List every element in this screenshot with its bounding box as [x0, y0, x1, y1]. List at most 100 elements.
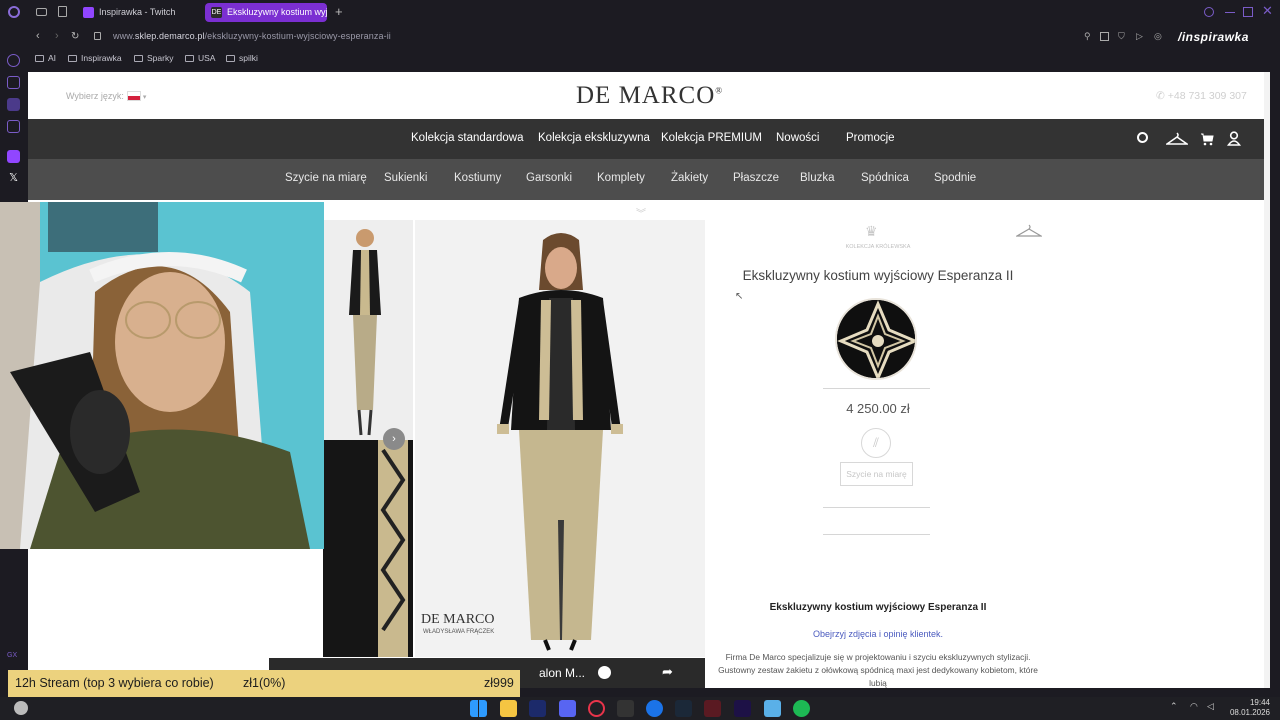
reload-icon[interactable]: ↻ — [71, 31, 79, 42]
epic-games-icon[interactable] — [617, 700, 634, 717]
carousel-next-button[interactable]: › — [383, 428, 405, 450]
mouse-cursor-icon: ↖ — [735, 291, 744, 302]
bookmark-item[interactable]: Inspirawka — [68, 53, 122, 63]
speed-dial-icon[interactable] — [7, 54, 20, 67]
phone-number[interactable]: ✆ +48 731 309 307 — [1156, 90, 1247, 102]
description-title: Ekskluzywny kostium wyjściowy Esperanza … — [769, 602, 987, 613]
maximize-button[interactable] — [1243, 7, 1253, 17]
messenger-icon[interactable] — [7, 98, 20, 111]
shield-icon[interactable]: ⛉ — [1118, 31, 1125, 42]
url-domain: sklep.demarco.pl — [134, 31, 205, 41]
subnav-jackets[interactable]: Żakiety — [671, 172, 708, 184]
spotify-icon[interactable] — [793, 700, 810, 717]
webcam-video — [0, 202, 324, 549]
goal-progress: zł1(0%) — [243, 676, 286, 690]
minimize-button[interactable] — [1225, 12, 1235, 13]
nav-exclusive[interactable]: Kolekcja ekskluzywna — [538, 132, 650, 144]
new-tab-button[interactable]: + — [335, 4, 343, 19]
tailoring-button[interactable]: Szycie na miarę — [840, 462, 913, 486]
user-icon[interactable] — [1227, 131, 1241, 146]
twitch-icon[interactable] — [7, 150, 20, 163]
bookmark-item[interactable]: AI — [35, 53, 56, 63]
browser-tab-bar: Inspirawka - Twitch DE Ekskluzywny kosti… — [0, 0, 1280, 25]
subnav-skirt[interactable]: Spódnica — [861, 172, 909, 184]
model-photo — [415, 220, 705, 657]
steam-icon[interactable] — [675, 700, 692, 717]
search-icon[interactable] — [1137, 132, 1148, 143]
cart-icon[interactable] — [1200, 132, 1214, 146]
polish-flag-icon — [126, 91, 141, 101]
folder-icon — [226, 55, 235, 62]
language-selector[interactable]: Wybierz język: ▾ — [66, 91, 146, 101]
notepad-icon[interactable] — [764, 700, 781, 717]
nav-premium[interactable]: Kolekcja PREMIUM — [661, 132, 762, 144]
url-field[interactable]: www.sklep.demarco.pl/ekskluzywny-kostium… — [113, 31, 391, 41]
main-nav: Kolekcja standardowa Kolekcja ekskluzywn… — [28, 119, 1270, 159]
premiere-icon[interactable] — [734, 700, 751, 717]
edge-icon[interactable] — [646, 700, 663, 717]
bookmark-item[interactable]: Sparky — [134, 53, 173, 63]
crown-icon: ♛ — [865, 223, 878, 239]
subnav-coats[interactable]: Płaszcze — [733, 172, 779, 184]
close-button[interactable]: ✕ — [1262, 3, 1273, 19]
hanger-icon[interactable] — [1016, 224, 1042, 238]
fabric-swatch[interactable] — [835, 298, 917, 380]
subnav-sets[interactable]: Komplety — [597, 172, 645, 184]
task-view-icon[interactable] — [14, 701, 28, 715]
tab-list-icon[interactable] — [58, 6, 67, 17]
subnav-trousers[interactable]: Spodnie — [934, 172, 976, 184]
thumbnail-image[interactable] — [323, 440, 413, 657]
bookmark-item[interactable]: USA — [185, 53, 215, 63]
discord-icon[interactable] — [559, 700, 576, 717]
player-icon[interactable] — [7, 120, 20, 133]
clock-icon[interactable] — [598, 666, 611, 679]
tab-twitch[interactable]: Inspirawka - Twitch — [77, 3, 202, 22]
phone-icon: ✆ — [1156, 90, 1168, 102]
mail-icon[interactable] — [704, 700, 721, 717]
bookmark-icon[interactable]: ⚲ — [1084, 31, 1091, 42]
opera-gx-icon[interactable] — [588, 700, 605, 717]
x-icon[interactable]: 𝕏 — [7, 172, 20, 185]
system-clock[interactable]: 19:44 08.01.2026 — [1230, 698, 1270, 718]
site-logo[interactable]: DE MARCO® — [576, 82, 723, 110]
share-icon[interactable]: ➦ — [662, 664, 673, 680]
thumbnail-image[interactable] — [323, 220, 413, 440]
page-scrollbar[interactable] — [1264, 72, 1270, 688]
workspaces-icon[interactable] — [36, 8, 47, 16]
subnav-dresses[interactable]: Sukienki — [384, 172, 427, 184]
forward-icon[interactable]: › — [55, 30, 59, 42]
play-icon[interactable]: ▷ — [1136, 31, 1143, 42]
powershell-icon[interactable] — [529, 700, 546, 717]
snapshot-icon[interactable] — [1100, 32, 1109, 41]
subnav-suits[interactable]: Kostiumy — [454, 172, 501, 184]
taskbar: ⌃ ◠ ◁ 19:44 08.01.2026 — [0, 697, 1280, 720]
extension-icon[interactable]: ◎ — [1154, 31, 1162, 42]
clock-time: 19:44 — [1249, 698, 1270, 707]
tray-chevron-icon[interactable]: ⌃ — [1170, 701, 1178, 712]
subnav-tailoring[interactable]: Szycie na miarę — [285, 172, 367, 184]
product-description: Ekskluzywny kostium wyjściowy Esperanza … — [718, 602, 1038, 688]
subnav-garsonki[interactable]: Garsonki — [526, 172, 572, 184]
shopping-icon[interactable] — [7, 76, 20, 89]
tab-demarco[interactable]: DE Ekskluzywny kostium wyjś — [205, 3, 327, 22]
volume-icon[interactable]: ◁ — [1207, 701, 1214, 712]
size-icon[interactable]: ⫽ — [861, 428, 891, 458]
bookmark-item[interactable]: spilki — [226, 53, 258, 63]
gx-icon[interactable]: GX — [7, 652, 20, 665]
reviews-link[interactable]: Obejrzyj zdjęcia i opinię klientek. — [718, 629, 1038, 639]
nav-new[interactable]: Nowości — [776, 132, 819, 144]
hanger-icon[interactable] — [1166, 132, 1188, 146]
browser-menu-icon[interactable] — [8, 6, 20, 18]
main-product-image[interactable]: DE MARCO WŁADYSŁAWA FRĄCZEK — [415, 220, 705, 657]
nav-promotions[interactable]: Promocje — [846, 132, 895, 144]
bookmark-label: AI — [48, 53, 57, 63]
collapse-chevron-icon[interactable]: ︾ — [636, 205, 646, 220]
search-tabs-icon[interactable] — [1204, 7, 1214, 17]
description-text: Firma De Marco specjalizuje się w projek… — [718, 652, 1038, 688]
file-explorer-icon[interactable] — [500, 700, 517, 717]
nav-standard[interactable]: Kolekcja standardowa — [411, 132, 524, 144]
wifi-icon[interactable]: ◠ — [1190, 701, 1198, 712]
windows-start-icon[interactable] — [470, 700, 487, 717]
back-icon[interactable]: ‹ — [36, 30, 40, 42]
subnav-blouse[interactable]: Bluzka — [800, 172, 835, 184]
